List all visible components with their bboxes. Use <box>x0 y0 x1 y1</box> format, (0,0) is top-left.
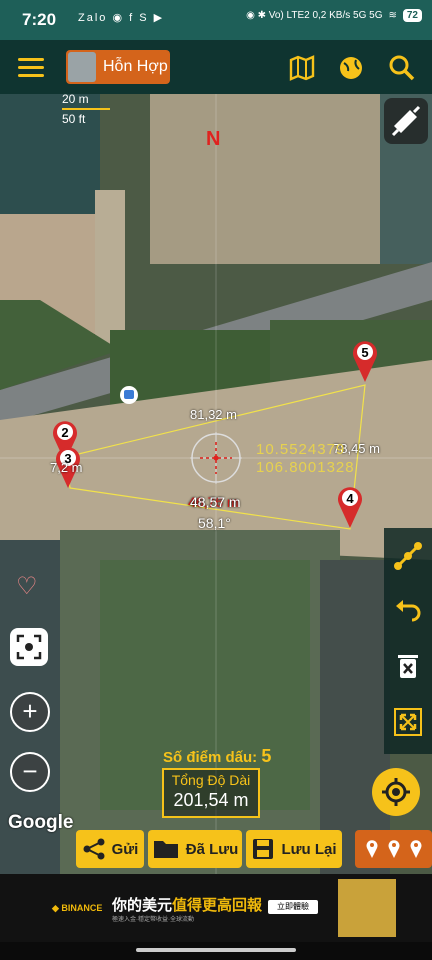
total-value: 201,54 m <box>173 790 249 810</box>
pins-icon <box>366 840 421 858</box>
angle-label: 58,1° <box>198 515 231 531</box>
wifi-icon: ≋ <box>388 10 397 21</box>
longitude-readout: 106.8001328 <box>256 459 355 476</box>
search-icon[interactable] <box>388 54 416 82</box>
saved-button[interactable]: Đã Lưu <box>148 830 242 868</box>
notification-icons: Zalo ◉ f S ▶ <box>78 12 165 24</box>
scale-imperial: 50 ft <box>62 112 86 126</box>
fullscreen-icon[interactable] <box>392 706 424 738</box>
zoom-out-button[interactable]: − <box>10 752 50 792</box>
app-toolbar <box>0 40 432 94</box>
save-label: Lưu Lại <box>281 840 337 858</box>
ad-headline: 你的美元值得更高回報 <box>112 897 263 914</box>
save-disk-icon <box>253 839 274 859</box>
battery-icon: 72 <box>402 9 422 22</box>
delete-icon[interactable] <box>392 650 424 682</box>
folder-icon <box>153 841 178 858</box>
points-count: 5 <box>261 746 272 766</box>
share-icon <box>83 838 105 860</box>
saved-label: Đã Lưu <box>185 840 239 858</box>
map-layer-label: Hỗn Hợp <box>103 58 168 75</box>
status-bar: 7:20 Zalo ◉ f S ▶ ◉ ✱ Vo) LTE2 0,2 KB/s … <box>0 0 432 40</box>
google-logo: Google <box>8 812 74 833</box>
segment-length-2: 7,2 m <box>50 460 83 475</box>
connect-plug-button[interactable] <box>384 98 428 144</box>
points-count-line: Số điểm dấu: 5 <box>163 746 271 767</box>
menu-icon[interactable] <box>18 58 44 78</box>
zoom-in-button[interactable]: + <box>10 692 50 732</box>
ad-brand: ◆ BINANCE <box>52 903 103 913</box>
total-length-box: Tổng Độ Dài 201,54 m <box>162 768 260 818</box>
ad-banner[interactable]: ◆ BINANCE 你的美元值得更高回報 極速入金·穩定幣收益·全球流動 立即體… <box>0 874 432 942</box>
path-edit-icon[interactable] <box>392 540 424 572</box>
send-label: Gửi <box>111 840 139 858</box>
home-handle[interactable] <box>136 948 296 952</box>
map-icon[interactable] <box>288 54 316 82</box>
undo-icon[interactable] <box>392 594 424 626</box>
segment-length-1: 81,32 m <box>190 407 237 422</box>
points-label: Số điểm dấu: <box>163 749 258 766</box>
total-label: Tổng Độ Dài <box>171 772 251 788</box>
scale-metric: 20 m <box>62 92 89 106</box>
scale-bar <box>62 108 110 110</box>
ad-image <box>338 879 396 937</box>
edit-tools-panel <box>384 528 432 754</box>
ad-cta-button[interactable]: 立即體驗 <box>268 900 318 914</box>
save-button[interactable]: Lưu Lại <box>246 830 342 868</box>
north-indicator: N <box>206 128 221 150</box>
segment-length-4: 48,57 m <box>190 494 241 510</box>
fit-bounds-icon[interactable] <box>10 628 48 666</box>
system-icons: ◉ ✱ Vo) LTE2 0,2 KB/s 5G 5G ≋ 72 <box>246 9 422 22</box>
navigation-bar <box>0 942 432 960</box>
ad-subtext: 極速入金·穩定幣收益·全球流動 <box>112 917 194 923</box>
favorite-heart-icon[interactable]: ♡ <box>16 572 38 601</box>
layer-thumbnail-icon <box>68 52 96 82</box>
status-time: 7:20 <box>22 10 57 29</box>
latitude-readout: 10.5524379 <box>256 441 346 458</box>
globe-location-icon[interactable] <box>338 54 366 82</box>
map-scale: 20 m 50 ft <box>62 92 110 126</box>
my-location-button[interactable] <box>372 768 420 816</box>
markers-list-button[interactable] <box>355 830 432 868</box>
network-status: ◉ ✱ Vo) LTE2 0,2 KB/s 5G 5G <box>246 10 383 21</box>
send-button[interactable]: Gửi <box>76 830 144 868</box>
